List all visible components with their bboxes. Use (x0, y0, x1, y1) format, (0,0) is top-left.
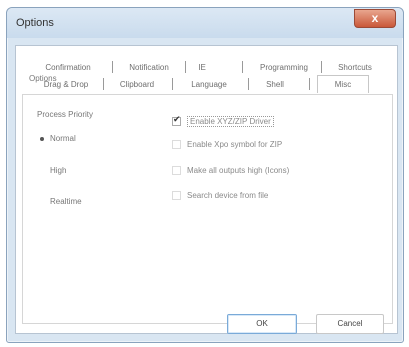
checkbox-search-device[interactable]: Search device from file (172, 191, 268, 203)
tab-separator (103, 78, 104, 90)
tab-shell[interactable]: Shell (258, 77, 292, 92)
section-label: Options (29, 74, 57, 83)
tab-programming[interactable]: Programming (252, 60, 316, 75)
ok-button[interactable]: OK (227, 314, 297, 334)
radio-label: Normal (50, 134, 76, 143)
tab-separator (321, 61, 322, 73)
radio-high[interactable]: High (40, 166, 66, 178)
cancel-button[interactable]: Cancel (316, 314, 384, 334)
tab-separator (172, 78, 173, 90)
tab-separator (309, 78, 310, 90)
tab-ie[interactable]: IE (194, 60, 210, 75)
checkbox-label: Search device from file (187, 191, 269, 200)
options-dialog: Options x Confirmation Notification IE P… (6, 7, 404, 343)
checkbox-enable-xpo[interactable]: Enable Xpo symbol for ZIP (172, 140, 282, 152)
checkbox-enable-driver[interactable]: ✔ Enable XYZ/ZIP Driver (172, 114, 274, 129)
close-icon: x (371, 11, 379, 25)
tab-clipboard[interactable]: Clipboard (111, 77, 163, 92)
checkbox-label: Enable Xpo symbol for ZIP (187, 140, 283, 149)
checkbox-box[interactable]: ✔ (172, 114, 181, 127)
dialog-client-area: Confirmation Notification IE Programming… (15, 45, 398, 334)
radio-normal[interactable]: Normal (40, 134, 76, 146)
radio-label: High (50, 166, 67, 175)
checkbox-label: Enable XYZ/ZIP Driver (187, 116, 274, 127)
tab-shortcuts[interactable]: Shortcuts (329, 60, 381, 75)
checkmark-icon: ✔ (173, 114, 181, 125)
radio-label: Realtime (50, 197, 82, 206)
tab-separator (185, 61, 186, 73)
checkbox-box[interactable] (172, 191, 181, 201)
tab-confirmation[interactable]: Confirmation (38, 60, 98, 75)
tab-separator (112, 61, 113, 73)
tab-language[interactable]: Language (184, 77, 234, 92)
checkbox-box[interactable] (172, 140, 181, 150)
tab-separator (242, 61, 243, 73)
tab-notification[interactable]: Notification (120, 60, 178, 75)
close-button[interactable]: x (354, 9, 396, 28)
radio-realtime[interactable]: Realtime (40, 197, 82, 209)
tab-misc[interactable]: Misc (317, 75, 369, 93)
checkbox-make-outputs-high[interactable]: Make all outputs high (Icons) (172, 166, 289, 178)
title-bar[interactable]: Options x (7, 8, 403, 38)
checkbox-label: Make all outputs high (Icons) (187, 166, 290, 175)
radio-selected-icon (40, 136, 44, 141)
checkbox-box[interactable] (172, 166, 181, 176)
process-priority-group-title: Process Priority (37, 110, 94, 119)
window-title: Options (16, 17, 54, 29)
tab-separator (248, 78, 249, 90)
